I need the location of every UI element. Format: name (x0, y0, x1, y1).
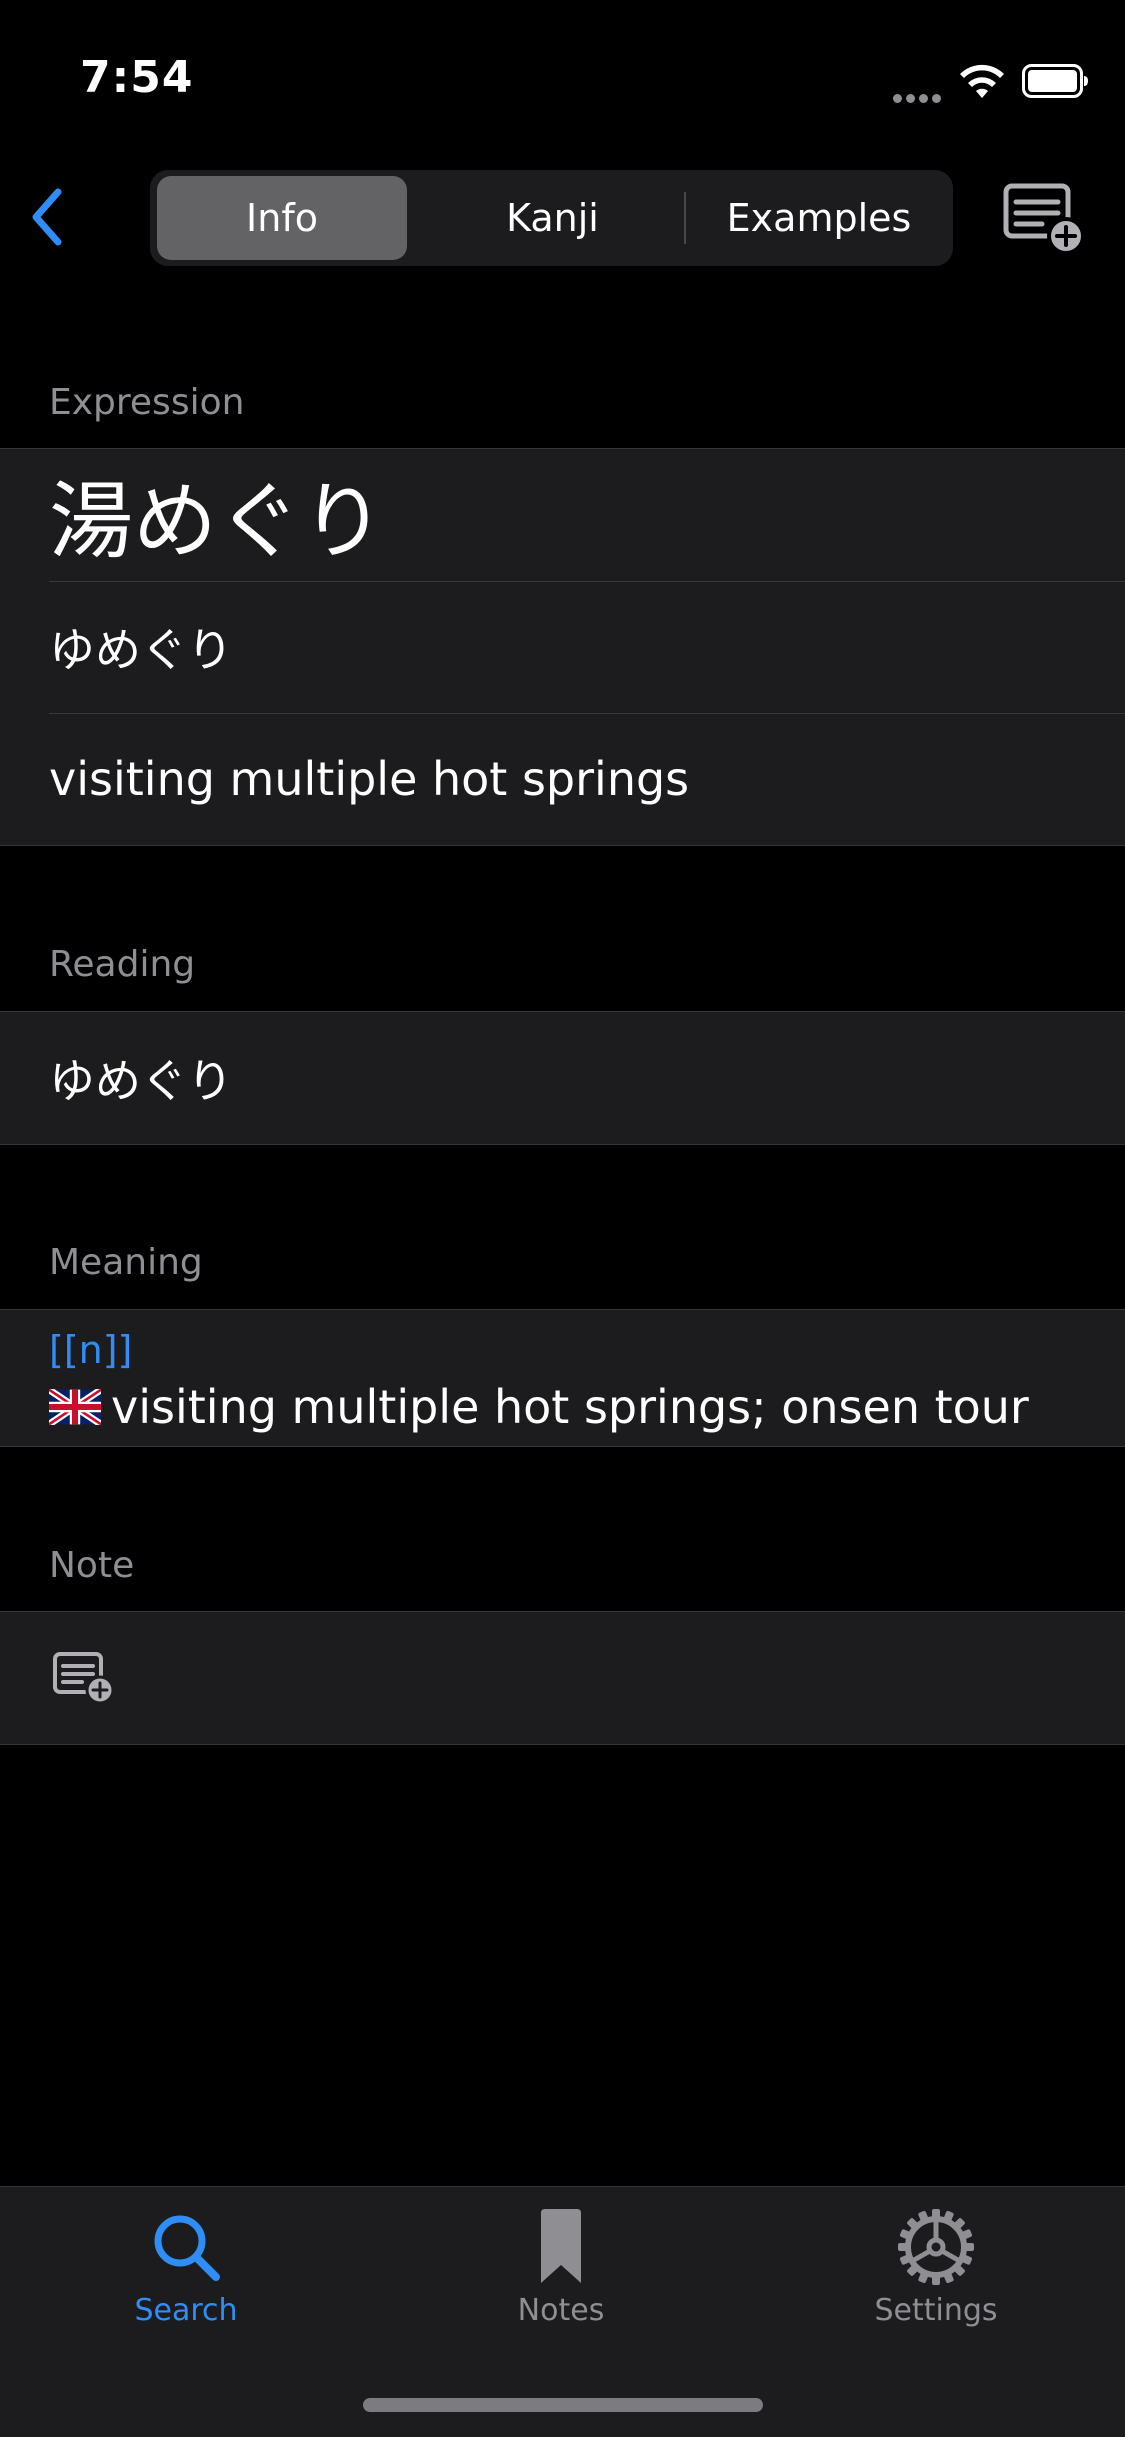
magnifier-icon (154, 2215, 220, 2281)
gear-icon (898, 2209, 974, 2285)
meaning-text: visiting multiple hot springs; onsen tou… (111, 1380, 1029, 1434)
status-time: 7:54 (80, 52, 194, 103)
bookmark-icon (541, 2209, 581, 2283)
section-header-reading: Reading (49, 944, 196, 985)
expression-gloss-cell[interactable]: visiting multiple hot springs (0, 713, 1125, 845)
note-add-icon[interactable] (52, 1650, 116, 1704)
tab-search-label: Search (134, 2293, 238, 2328)
status-bar: 7:54 (0, 0, 1125, 140)
home-indicator[interactable] (363, 2398, 763, 2412)
note-add-icon[interactable] (1002, 180, 1086, 256)
tab-info[interactable]: Info (157, 176, 407, 260)
tab-notes[interactable]: Notes (461, 2207, 661, 2328)
battery-icon (1022, 64, 1088, 98)
section-header-note: Note (49, 1545, 135, 1586)
tab-examples[interactable]: Examples (690, 176, 948, 260)
segment-divider (684, 192, 686, 244)
uk-flag-icon (49, 1389, 101, 1425)
tab-settings[interactable]: Settings (836, 2207, 1036, 2328)
expression-group: 湯めぐり ゆめぐり visiting multiple hot springs (0, 448, 1125, 846)
expression-kana-cell[interactable]: ゆめぐり (0, 581, 1125, 713)
tab-kanji[interactable]: Kanji (420, 176, 685, 260)
tab-search[interactable]: Search (86, 2207, 286, 2328)
reading-cell[interactable]: ゆめぐり (0, 1012, 1125, 1144)
section-header-expression: Expression (49, 382, 245, 423)
meaning-group: [[n]] visiting multiple hot springs; ons… (0, 1309, 1125, 1447)
expression-kana: ゆめぐり (49, 623, 233, 677)
expression-kanji-cell[interactable]: 湯めぐり (0, 449, 1125, 581)
cellular-signal-icon (893, 88, 945, 103)
section-header-meaning: Meaning (49, 1242, 203, 1283)
part-of-speech-tag: [[n]] (49, 1328, 133, 1372)
expression-kanji: 湯めぐり (49, 472, 386, 571)
note-group (0, 1611, 1125, 1745)
meaning-line: visiting multiple hot springs; onsen tou… (49, 1380, 1029, 1434)
reading-value: ゆめぐり (49, 1054, 233, 1108)
chevron-left-icon[interactable] (22, 182, 72, 252)
note-cell[interactable] (0, 1612, 1125, 1744)
tab-settings-label: Settings (874, 2293, 998, 2328)
segmented-control: Info Kanji Examples (150, 170, 953, 266)
reading-group: ゆめぐり (0, 1011, 1125, 1145)
wifi-icon (960, 64, 1004, 98)
tab-notes-label: Notes (517, 2293, 605, 2328)
meaning-cell[interactable]: [[n]] visiting multiple hot springs; ons… (0, 1310, 1125, 1446)
expression-gloss: visiting multiple hot springs (49, 752, 690, 806)
